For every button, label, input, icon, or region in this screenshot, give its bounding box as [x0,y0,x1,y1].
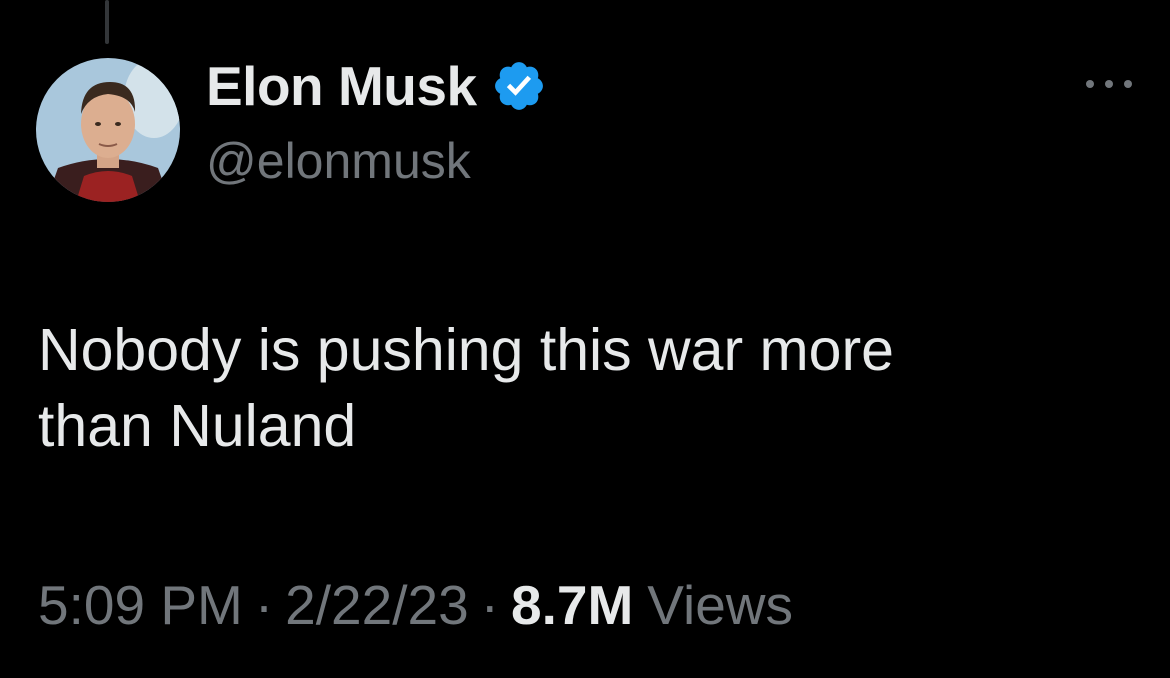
thread-connector-line [105,0,109,44]
tweet-time[interactable]: 5:09 PM [38,573,243,637]
more-dot [1105,80,1113,88]
author-handle[interactable]: @elonmusk [206,132,471,190]
tweet-text: Nobody is pushing this war more than Nul… [38,312,1098,464]
meta-separator: · [254,574,274,636]
views-count[interactable]: 8.7M [511,573,633,637]
verified-badge-icon[interactable] [491,58,547,114]
more-dot [1086,80,1094,88]
more-dot [1124,80,1132,88]
author-display-name[interactable]: Elon Musk [206,54,477,118]
views-label[interactable]: Views [647,573,793,637]
author-name-row[interactable]: Elon Musk [206,54,547,118]
tweet-meta: 5:09 PM · 2/22/23 · 8.7M Views [38,570,793,640]
meta-separator: · [480,574,499,636]
tweet-text-line: Nobody is pushing this war more [38,317,894,383]
avatar[interactable] [36,58,180,202]
tweet-date[interactable]: 2/22/23 [285,573,469,637]
more-horizontal-icon[interactable] [1086,72,1132,96]
tweet-text-line: than Nuland [38,393,357,459]
avatar-image [36,58,180,202]
